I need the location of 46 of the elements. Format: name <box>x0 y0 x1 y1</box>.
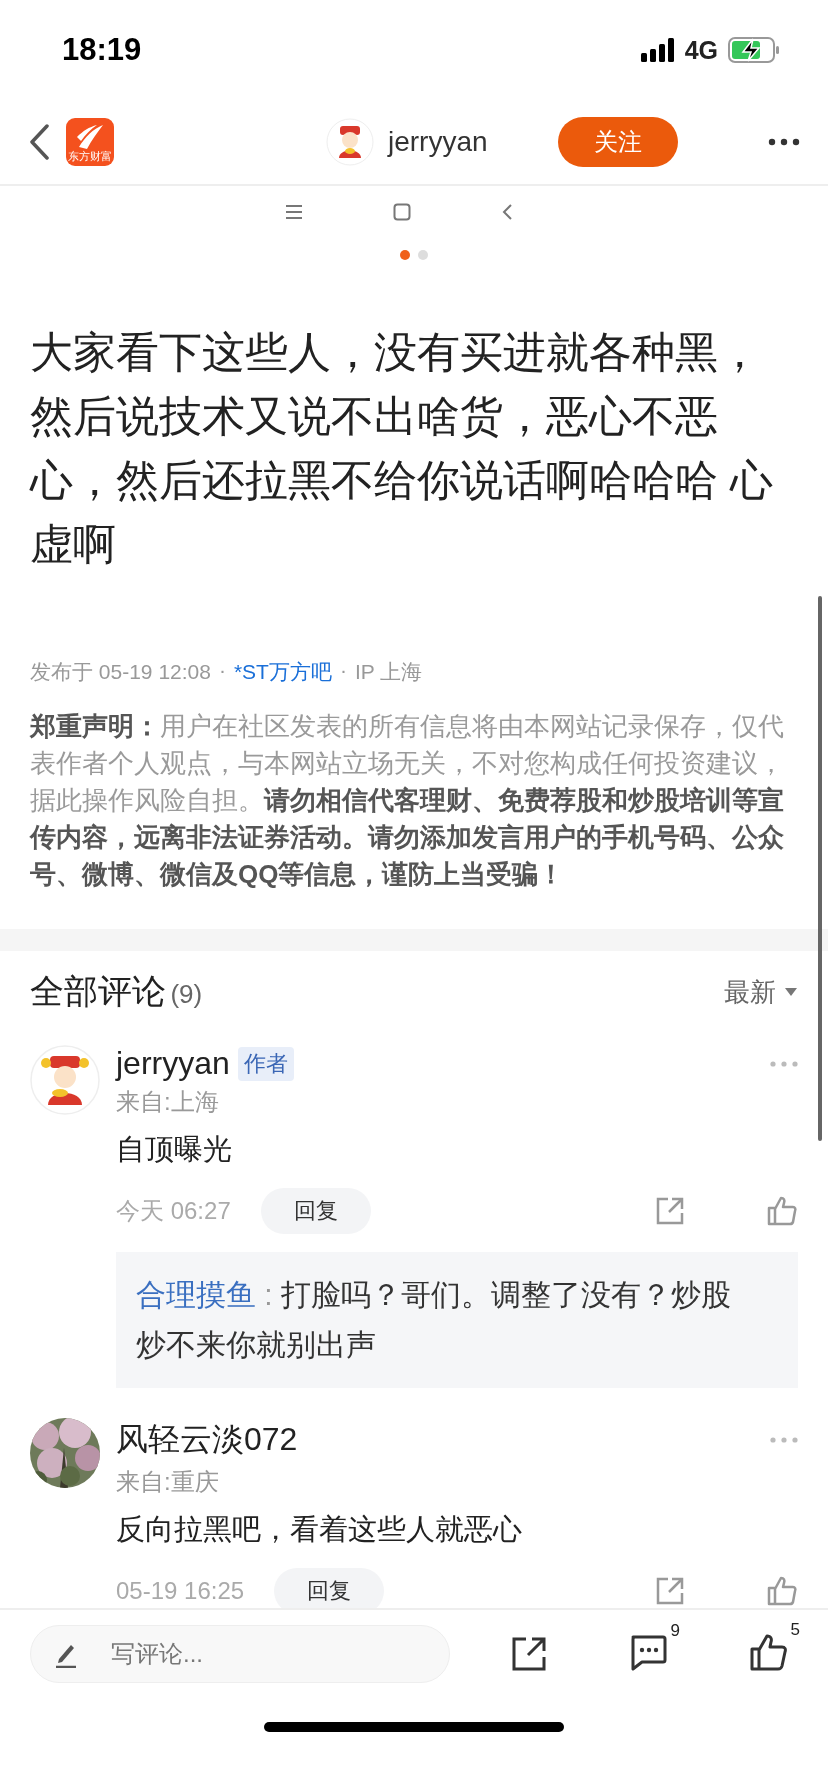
comment-author[interactable]: 风轻云淡072 <box>116 1418 298 1462</box>
chevron-left-icon <box>501 203 513 221</box>
separator-dot: · <box>218 658 226 683</box>
ip-location: IP 上海 <box>354 659 423 685</box>
reply-author-link[interactable]: 合理摸鱼 <box>136 1278 256 1311</box>
menu-icon <box>285 204 303 220</box>
comment-author[interactable]: jerryyan <box>116 1045 230 1082</box>
network-label: 4G <box>684 35 718 65</box>
comment-count: 9 <box>670 1621 680 1641</box>
comment-text: 自顶曝光 <box>116 1132 233 1167</box>
page-dot[interactable] <box>400 250 410 260</box>
reply-text: 合理摸鱼 : 打脸吗？哥们。调整了没有？炒股炒不来你就别出声 <box>136 1277 733 1363</box>
avatar-figure-icon[interactable] <box>326 118 374 166</box>
thumbs-up-icon[interactable] <box>766 1195 798 1227</box>
post-text: 大家看下这些人，没有买进就各种黑，然后说技术又说不出啥货，恶心不恶心，然后还拉黑不给你说话啊哈哈哈 心虚啊 <box>30 327 774 570</box>
page-dot[interactable] <box>418 250 428 260</box>
status-time: 18:19 <box>62 32 142 68</box>
comment-location: 来自:重庆 <box>116 1467 220 1497</box>
battery-charging-icon <box>728 37 780 63</box>
signal-icon <box>640 38 677 62</box>
comment-location: 来自:上海 <box>116 1087 220 1117</box>
like-count: 5 <box>790 1620 800 1640</box>
reply-button[interactable]: 回复 <box>260 1188 371 1234</box>
more-icon[interactable] <box>768 138 800 146</box>
separator-dot: · <box>339 658 347 683</box>
comment-time: 05-19 16:25 <box>116 1577 245 1605</box>
square-icon <box>393 203 411 221</box>
publish-time: 发布于 05-19 12:08 <box>30 659 211 685</box>
author-badge: 作者 <box>237 1046 294 1081</box>
comment-time: 今天 06:27 <box>116 1196 231 1226</box>
follow-button[interactable]: 关注 <box>557 117 678 167</box>
dropdown-caret-icon[interactable] <box>784 987 798 997</box>
comment-input-field[interactable]: 写评论... <box>30 1625 450 1683</box>
avatar-figure-icon[interactable] <box>30 1045 100 1115</box>
comments-title: 全部评论 <box>30 972 166 1010</box>
share-icon[interactable] <box>510 1635 548 1673</box>
sort-label[interactable]: 最新 <box>724 974 776 1010</box>
thumbs-up-icon[interactable] <box>748 1632 788 1672</box>
back-icon[interactable] <box>28 124 50 160</box>
forum-link[interactable]: *ST万方吧 <box>233 658 332 686</box>
reply-button[interactable]: 回复 <box>274 1568 385 1608</box>
comment-count: (9) <box>170 979 203 1009</box>
username[interactable]: jerryyan <box>388 126 488 158</box>
comment-text: 反向拉黑吧，看着这些人就恶心 <box>116 1512 523 1547</box>
disclaimer-text: 郑重声明：用户在社区发表的所有信息将由本网站记录保存，仅代表作者个人观点，与本网站立场无关，不对您构成任何投资建议，据此操作风险自担。请勿相信代客理财、免费荐股和炒股培训等宣传内容，远离非法证券活动。请勿添加发言用户的手机号码、公众号、微博、微信及QQ等信息，谨防上当受骗！ <box>30 710 785 891</box>
thumbs-up-icon[interactable] <box>766 1575 798 1607</box>
